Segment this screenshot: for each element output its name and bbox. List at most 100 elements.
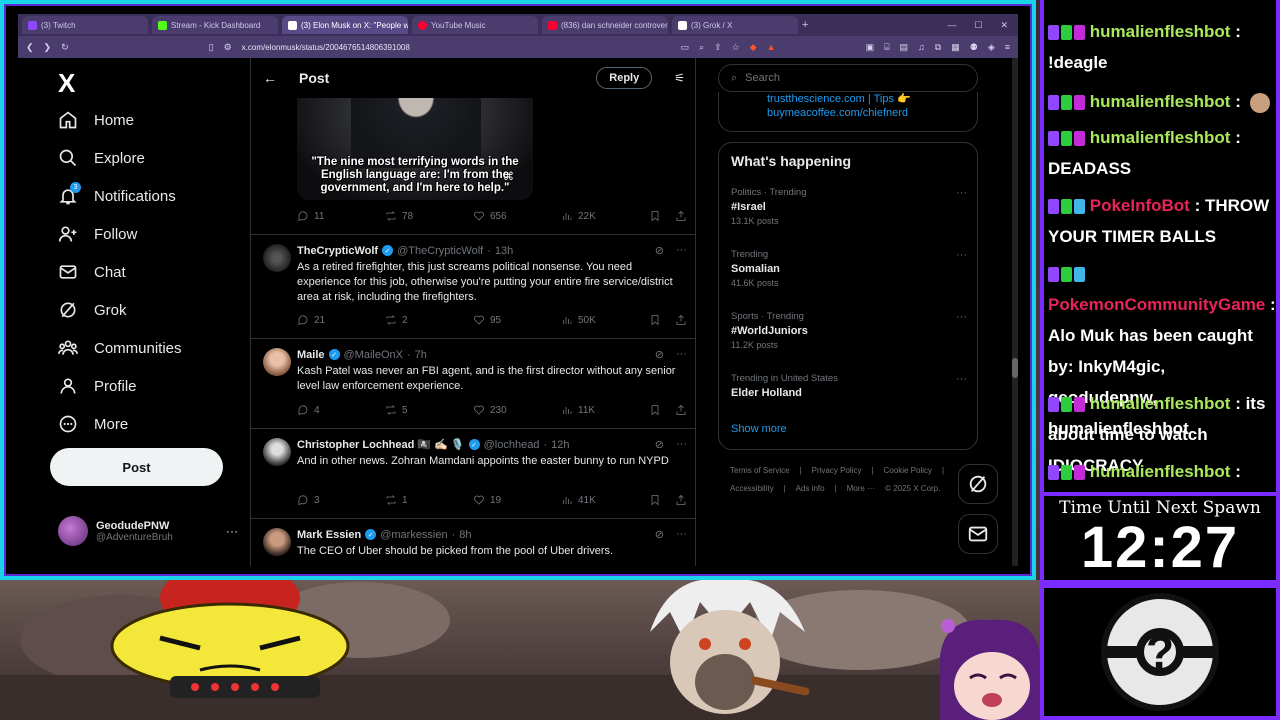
post-image[interactable]: "The nine most terrifying words in the E… <box>297 98 533 200</box>
trend-item[interactable]: Trending Somalian 41.6K posts ··· <box>731 249 967 288</box>
link[interactable]: buymeacoffee.com/chiefnerd <box>767 106 929 120</box>
forward-icon[interactable]: ❯ <box>44 42 52 53</box>
nav-notifications[interactable]: 3 Notifications <box>58 182 176 206</box>
footer-link[interactable]: Ads info <box>796 484 825 493</box>
trend-item[interactable]: Politics · Trending #Israel 13.1K posts … <box>731 187 967 226</box>
views-action[interactable]: 22K <box>561 210 649 222</box>
footer-link[interactable]: Terms of Service <box>730 466 790 475</box>
more-dots-icon[interactable]: ··· <box>676 348 687 361</box>
grok-floating-button[interactable] <box>958 464 998 504</box>
like-action[interactable]: 19 <box>473 494 561 506</box>
reply-action[interactable]: 21 <box>297 314 385 326</box>
maximize-icon[interactable]: ☐ <box>974 20 982 31</box>
reply-author-name[interactable]: Maile <box>297 349 325 361</box>
reply-time[interactable]: 12h <box>551 439 569 451</box>
back-arrow-icon[interactable]: ← <box>263 70 277 86</box>
back-icon[interactable]: ❮ <box>26 42 34 53</box>
cast-icon[interactable]: ▭ <box>681 42 690 53</box>
more-dots-icon[interactable]: ··· <box>956 311 967 323</box>
filter-icon[interactable]: ⚟ <box>674 71 685 85</box>
more-dots-icon[interactable]: ··· <box>956 373 967 385</box>
search-input[interactable]: ⌕ Search <box>718 64 978 92</box>
browser-tab[interactable]: (3) Grok / X <box>672 16 798 34</box>
more-dots-icon[interactable]: ··· <box>956 249 967 261</box>
more-dots-icon[interactable]: ··· <box>676 438 687 451</box>
messages-floating-button[interactable] <box>958 514 998 554</box>
x-logo[interactable]: X <box>58 68 75 99</box>
share-icon[interactable] <box>675 314 687 326</box>
split-view-icon[interactable]: ▤ <box>900 42 909 53</box>
scroll-thumb[interactable] <box>1012 358 1018 378</box>
profile-menu-icon[interactable]: ⚉ <box>970 42 978 53</box>
bookmark-icon[interactable] <box>649 494 661 506</box>
share-icon[interactable] <box>675 210 687 222</box>
footer-link[interactable]: Cookie Policy <box>884 466 932 475</box>
grok-icon[interactable]: ⊘ <box>655 244 664 257</box>
share-icon[interactable]: ⇪ <box>714 42 722 53</box>
like-action[interactable]: 230 <box>473 404 561 416</box>
star-icon[interactable]: ☆ <box>732 42 740 53</box>
media-icon[interactable]: ♫ <box>918 42 925 53</box>
reply-action[interactable]: 4 <box>297 404 385 416</box>
nav-explore[interactable]: Explore <box>58 148 145 168</box>
grok-icon[interactable]: ⊘ <box>655 438 664 451</box>
browser-tab[interactable]: Stream - Kick Dashboard <box>152 16 278 34</box>
reply-author-handle[interactable]: @TheCrypticWolf <box>397 245 483 257</box>
nav-chat[interactable]: Chat <box>58 262 126 282</box>
grok-icon[interactable]: ⊘ <box>655 528 664 541</box>
reply-action[interactable]: 3 <box>297 494 385 506</box>
views-action[interactable]: 50K <box>561 314 649 326</box>
browser-tab[interactable]: (3) Twitch <box>22 16 148 34</box>
bookmark-icon[interactable] <box>649 314 661 326</box>
more-dots-icon[interactable]: ··· <box>676 528 687 541</box>
grok-icon[interactable]: ⊘ <box>655 348 664 361</box>
reply-time[interactable]: 8h <box>459 529 471 541</box>
brave-shield-icon[interactable]: ◆ <box>750 42 757 53</box>
post-button[interactable]: Post <box>50 448 223 486</box>
menu-icon[interactable]: ≡ <box>1005 42 1010 53</box>
show-more-link[interactable]: Show more <box>731 423 787 435</box>
close-window-icon[interactable]: ✕ <box>1000 20 1008 31</box>
views-action[interactable]: 41K <box>561 494 649 506</box>
reply-author-name[interactable]: Christopher Lochhead 🏴‍☠️ ✍🏻 🎙️ <box>297 438 465 451</box>
views-action[interactable]: 11K <box>561 404 649 416</box>
zoom-icon[interactable]: ⌕ <box>699 42 704 53</box>
trend-item[interactable]: Trending in United States Elder Holland … <box>731 373 967 399</box>
nav-more[interactable]: More <box>58 414 128 434</box>
tab-search-icon[interactable]: ⌸ <box>884 42 889 53</box>
more-dots-icon[interactable]: ··· <box>956 187 967 199</box>
more-dots-icon[interactable]: ··· <box>226 524 238 538</box>
footer-link[interactable]: Privacy Policy <box>812 466 862 475</box>
reload-icon[interactable]: ↻ <box>61 42 69 53</box>
trend-item[interactable]: Sports · Trending #WorldJuniors 11.2K po… <box>731 311 967 350</box>
reply-author-handle[interactable]: @MaileOnX <box>344 349 403 361</box>
reply-button[interactable]: Reply <box>596 67 653 89</box>
browser-tab-active[interactable]: (3) Elon Musk on X: "People will✕ <box>282 16 408 34</box>
reply-author-handle[interactable]: @markessien <box>380 529 447 541</box>
bookmark-icon[interactable]: ▯ <box>209 42 214 53</box>
extensions-icon[interactable]: ⧉ <box>935 42 941 53</box>
repost-action[interactable]: 2 <box>385 314 473 326</box>
minimize-icon[interactable]: — <box>947 20 956 31</box>
vpn-icon[interactable]: ◈ <box>988 42 995 53</box>
like-action[interactable]: 656 <box>473 210 561 222</box>
reply-author-name[interactable]: Mark Essien <box>297 529 361 541</box>
repost-action[interactable]: 1 <box>385 494 473 506</box>
repost-action[interactable]: 78 <box>385 210 473 222</box>
nav-follow[interactable]: Follow <box>58 224 137 244</box>
reply-time[interactable]: 7h <box>415 349 427 361</box>
nav-communities[interactable]: Communities <box>58 338 182 358</box>
site-info-icon[interactable]: ⚙ <box>224 42 232 53</box>
reply-author-name[interactable]: TheCrypticWolf <box>297 245 378 257</box>
page-scrollbar[interactable] <box>1012 58 1018 566</box>
nav-grok[interactable]: Grok <box>58 300 127 320</box>
bookmark-icon[interactable] <box>649 404 661 416</box>
nav-home[interactable]: Home <box>58 110 134 130</box>
wallet-icon[interactable]: ▦ <box>951 42 960 53</box>
browser-tab[interactable]: (836) dan schneider controversy - Yo <box>542 16 668 34</box>
account-switcher[interactable]: GeodudePNW @AdventureBruh ··· <box>58 516 238 546</box>
footer-link[interactable]: More ··· <box>847 484 875 493</box>
reply-time[interactable]: 13h <box>495 245 513 257</box>
grok-analyze-icon[interactable]: ⌘ <box>503 170 514 183</box>
footer-link[interactable]: Accessibility <box>730 484 774 493</box>
